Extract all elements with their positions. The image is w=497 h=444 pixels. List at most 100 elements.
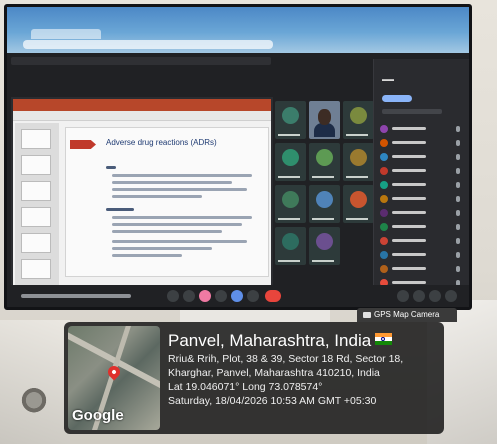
satellite-minimap: Google (68, 326, 160, 430)
slide-thumbnail[interactable] (21, 207, 51, 227)
avatar (350, 149, 367, 166)
slide-thumbnail[interactable] (21, 129, 51, 149)
avatar (380, 237, 388, 245)
info-button[interactable] (397, 290, 409, 302)
mic-icon[interactable] (456, 182, 460, 188)
present-button[interactable] (231, 290, 243, 302)
participant-row[interactable] (380, 181, 464, 189)
people-panel-title: ▬▬ (382, 77, 394, 83)
slide-thumbnail[interactable] (21, 181, 51, 201)
mic-icon[interactable] (456, 196, 460, 202)
participant-tile[interactable] (343, 143, 374, 181)
participant-tile[interactable] (275, 143, 306, 181)
avatar (282, 191, 299, 208)
participant-tile[interactable] (309, 185, 340, 223)
avatar (380, 167, 388, 175)
captions-button[interactable] (199, 290, 211, 302)
location-title: Panvel, Maharashtra, India (168, 330, 438, 352)
people-panel: ▬▬ (373, 59, 469, 303)
place-name: Panvel, Maharashtra, India (168, 331, 372, 350)
presenter-face (318, 109, 331, 125)
slide-thumbnails (15, 123, 59, 291)
address-line: Kharghar, Panvel, Maharashtra 410210, In… (168, 367, 380, 379)
more-options-button[interactable] (247, 290, 259, 302)
participant-row[interactable] (380, 237, 464, 245)
mic-icon[interactable] (456, 266, 460, 272)
coordinates: Lat 19.046071° Long 73.078574° (168, 381, 323, 393)
avatar (380, 181, 388, 189)
slide-thumbnail[interactable] (21, 155, 51, 175)
participant-tile[interactable] (343, 101, 374, 139)
mic-toggle-button[interactable] (167, 290, 179, 302)
camera-toggle-button[interactable] (183, 290, 195, 302)
slide-text-line (112, 174, 252, 177)
datetime: Saturday, 18/04/2026 10:53 AM GMT +05:30 (168, 395, 377, 407)
gps-overlay-card: Google Panvel, Maharashtra, India Rriu& … (64, 322, 444, 434)
participant-tile[interactable] (275, 101, 306, 139)
people-search-input[interactable] (382, 109, 442, 114)
participant-row[interactable] (380, 153, 464, 161)
video-meeting: Adverse drug reactions (ADRs) ▬▬ (7, 53, 469, 307)
add-people-button[interactable] (382, 95, 412, 102)
avatar (316, 149, 333, 166)
participant-row[interactable] (380, 265, 464, 273)
mic-icon[interactable] (456, 140, 460, 146)
avatar (380, 195, 388, 203)
avatar (282, 233, 299, 250)
participant-row[interactable] (380, 223, 464, 231)
keychain (20, 385, 48, 423)
participant-tile[interactable] (343, 185, 374, 223)
mic-icon[interactable] (456, 224, 460, 230)
ppt-ribbon (13, 99, 271, 111)
gps-badge-label: GPS Map Camera (374, 310, 440, 319)
mic-icon[interactable] (456, 238, 460, 244)
slide-thumbnail[interactable] (21, 259, 51, 279)
participant-row[interactable] (380, 125, 464, 133)
address-line: Rriu& Rrih, Plot, 38 & 39, Sector 18 Rd,… (168, 353, 404, 365)
india-flag-icon (375, 333, 393, 345)
participant-tile[interactable] (275, 185, 306, 223)
presenter-body (314, 123, 335, 137)
slide-text-line (112, 247, 212, 250)
mic-icon[interactable] (456, 252, 460, 258)
meeting-code (21, 294, 131, 298)
slide-text-line (112, 230, 222, 233)
activities-button[interactable] (445, 290, 457, 302)
avatar (380, 125, 388, 133)
gps-details: Panvel, Maharashtra, India Rriu& Rrih, P… (168, 330, 438, 408)
avatar (282, 149, 299, 166)
address-bar[interactable] (23, 40, 273, 49)
participant-tile[interactable] (309, 227, 340, 265)
browser-chrome (7, 7, 469, 53)
participant-row[interactable] (380, 251, 464, 259)
mic-icon[interactable] (456, 168, 460, 174)
participant-row[interactable] (380, 139, 464, 147)
avatar (282, 107, 299, 124)
slide-text-line (112, 223, 242, 226)
slide-thumbnail[interactable] (21, 233, 51, 253)
avatar (380, 265, 388, 273)
presenter-video-tile[interactable] (309, 101, 340, 139)
mic-icon[interactable] (456, 126, 460, 132)
mic-icon[interactable] (456, 210, 460, 216)
mic-icon[interactable] (456, 154, 460, 160)
slide-text-line (112, 254, 182, 257)
participant-row[interactable] (380, 195, 464, 203)
avatar (316, 191, 333, 208)
shared-presentation: Adverse drug reactions (ADRs) (11, 97, 273, 295)
participant-row[interactable] (380, 209, 464, 217)
chat-button[interactable] (429, 290, 441, 302)
people-button[interactable] (413, 290, 425, 302)
raise-hand-button[interactable] (215, 290, 227, 302)
participant-tile[interactable] (309, 143, 340, 181)
avatar (380, 209, 388, 217)
camera-icon (363, 312, 371, 318)
avatar (380, 153, 388, 161)
browser-tab[interactable] (31, 29, 101, 39)
participant-row[interactable] (380, 167, 464, 175)
participant-tile[interactable] (275, 227, 306, 265)
slide-arrow-shape (70, 140, 96, 149)
participant-tiles (275, 101, 375, 269)
leave-call-button[interactable] (265, 290, 281, 302)
avatar (350, 191, 367, 208)
